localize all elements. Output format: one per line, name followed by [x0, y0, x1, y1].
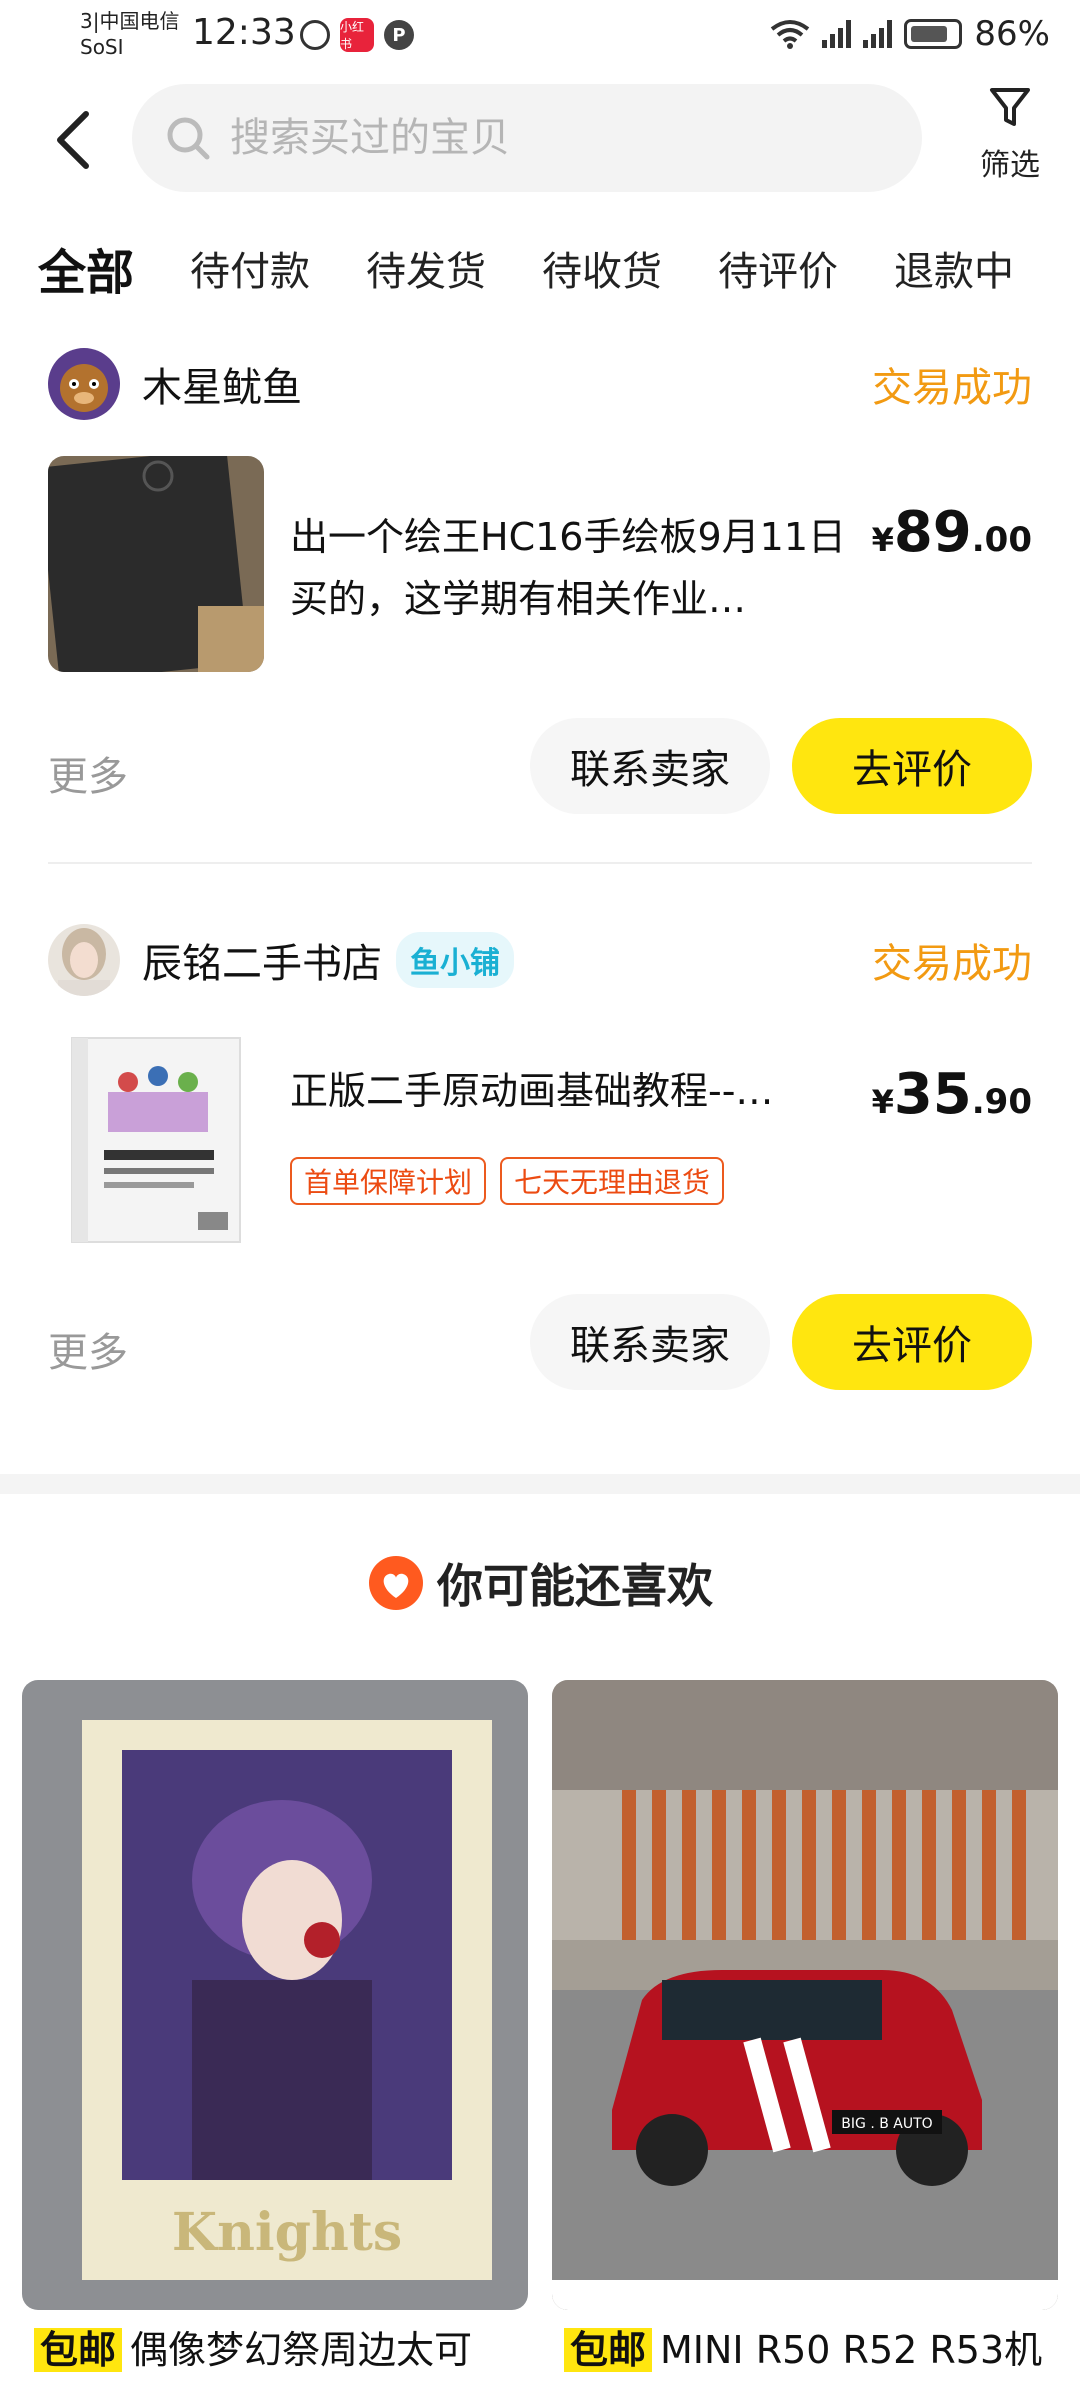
price-symbol: ¥ [871, 521, 894, 559]
recommend-card-title[interactable]: 包邮 偶像梦幻祭周边太可 [22, 2324, 528, 2376]
seller-avatar[interactable] [48, 348, 120, 420]
product-title[interactable]: 正版二手原动画基础教程--… [290, 1060, 850, 1122]
product-title[interactable]: 出一个绘王HC16手绘板9月11日买的，这学期有相关作业… [290, 506, 850, 630]
contact-seller-button[interactable]: 联系卖家 [530, 1294, 770, 1390]
more-link[interactable]: 更多 [48, 1320, 128, 1378]
product-row[interactable]: 出一个绘王HC16手绘板9月11日买的，这学期有相关作业… ¥89.00 [48, 456, 1032, 672]
search-bar[interactable] [132, 84, 922, 192]
status-bar: 3|中国电信 SoSI 12:33 小红书 P 86% [0, 0, 1080, 72]
plate-image-text: BIG . B AUTO [841, 2116, 932, 2132]
tab-pending-receipt[interactable]: 待收货 [542, 239, 662, 297]
price-integer: 89 [893, 500, 972, 565]
carrier-sub: SoSI [80, 35, 124, 59]
price-decimal: .00 [971, 520, 1032, 560]
filter-icon [990, 88, 1030, 126]
seller-name[interactable]: 木星鱿鱼 [142, 355, 302, 413]
seller-name[interactable]: 辰铭二手书店 [142, 931, 382, 989]
more-link[interactable]: 更多 [48, 744, 128, 802]
battery-icon [904, 19, 963, 49]
price-integer: 35 [893, 1062, 972, 1127]
order-actions: 更多 联系卖家 去评价 [48, 718, 1032, 818]
free-shipping-badge: 包邮 [34, 2328, 123, 2372]
seller-row[interactable]: 辰铭二手书店 鱼小铺 交易成功 [48, 922, 1032, 998]
recommend-heading: 你可能还喜欢 [0, 1550, 1080, 1616]
product-image[interactable] [48, 456, 264, 672]
filter-button[interactable]: 筛选 [960, 86, 1060, 184]
pinterest-icon: P [384, 20, 414, 50]
product-price: ¥89.00 [872, 500, 1032, 565]
back-arrow-icon [57, 111, 89, 169]
back-button[interactable] [50, 108, 110, 172]
carrier-name: 3|中国电信 [80, 9, 180, 33]
recommend-card[interactable]: Knights 包邮 偶像梦幻祭周边太可 [22, 1680, 528, 2376]
price-symbol: ¥ [871, 1083, 894, 1121]
heart-icon [369, 1556, 423, 1610]
shop-badge: 鱼小铺 [396, 932, 514, 988]
product-price: ¥35.90 [872, 1062, 1032, 1127]
status-time: 12:33 [192, 12, 296, 53]
recommend-title-text: 偶像梦幻祭周边太可 [130, 2328, 473, 2372]
order-tabs: 全部 待付款 待发货 待收货 待评价 退款中 [0, 228, 1080, 308]
price-decimal: .90 [971, 1082, 1032, 1122]
signal-icon-2 [863, 20, 893, 48]
seller-avatar[interactable] [48, 924, 120, 996]
product-tags: 首单保障计划 七天无理由退货 [290, 1157, 725, 1205]
notification-icons: 小红书 P [300, 18, 414, 52]
contact-seller-button[interactable]: 联系卖家 [530, 718, 770, 814]
recommend-image[interactable]: Knights [22, 1680, 528, 2310]
filter-label: 筛选 [980, 148, 1040, 183]
product-image[interactable] [48, 1032, 264, 1248]
recommend-title: 你可能还喜欢 [437, 1559, 713, 1613]
system-icons: 86% [770, 14, 1050, 54]
section-gap [0, 1474, 1080, 1494]
wifi-icon [771, 20, 810, 49]
tag-seven-day-return: 七天无理由退货 [500, 1157, 725, 1205]
order-actions: 更多 联系卖家 去评价 [48, 1294, 1032, 1394]
recommend-card-title[interactable]: 包邮 MINI R50 R52 R53机 [552, 2324, 1058, 2376]
review-button[interactable]: 去评价 [792, 1294, 1032, 1390]
order-status: 交易成功 [872, 365, 1032, 411]
tab-refunding[interactable]: 退款中 [894, 239, 1014, 297]
order-status: 交易成功 [872, 941, 1032, 987]
header: 筛选 [0, 80, 1080, 200]
whatsapp-icon [300, 20, 330, 50]
product-row[interactable]: 正版二手原动画基础教程--… 首单保障计划 七天无理由退货 ¥35.90 [48, 1032, 1032, 1248]
tab-pending-shipment[interactable]: 待发货 [366, 239, 486, 297]
recommend-title-text: MINI R50 R52 R53机 [660, 2328, 1043, 2372]
xiaohongshu-icon: 小红书 [340, 18, 374, 52]
tab-all[interactable]: 全部 [33, 233, 139, 303]
recommend-card[interactable]: BIG . B AUTO 包邮 MINI R50 R52 R53机 [552, 1680, 1058, 2376]
tab-pending-payment[interactable]: 待付款 [190, 239, 310, 297]
divider [48, 862, 1032, 864]
tab-pending-review[interactable]: 待评价 [718, 239, 838, 297]
tag-first-order-guarantee: 首单保障计划 [290, 1157, 487, 1205]
signal-icon [822, 20, 852, 48]
free-shipping-badge: 包邮 [564, 2328, 653, 2372]
search-icon [167, 117, 210, 160]
knights-image-text: Knights [172, 2202, 402, 2263]
battery-level: 86% [974, 14, 1050, 54]
search-input[interactable] [230, 115, 830, 161]
seller-row[interactable]: 木星鱿鱼 交易成功 [48, 346, 1032, 422]
recommend-image[interactable]: BIG . B AUTO [552, 1680, 1058, 2310]
review-button[interactable]: 去评价 [792, 718, 1032, 814]
carrier-info: 3|中国电信 SoSI [80, 8, 179, 60]
